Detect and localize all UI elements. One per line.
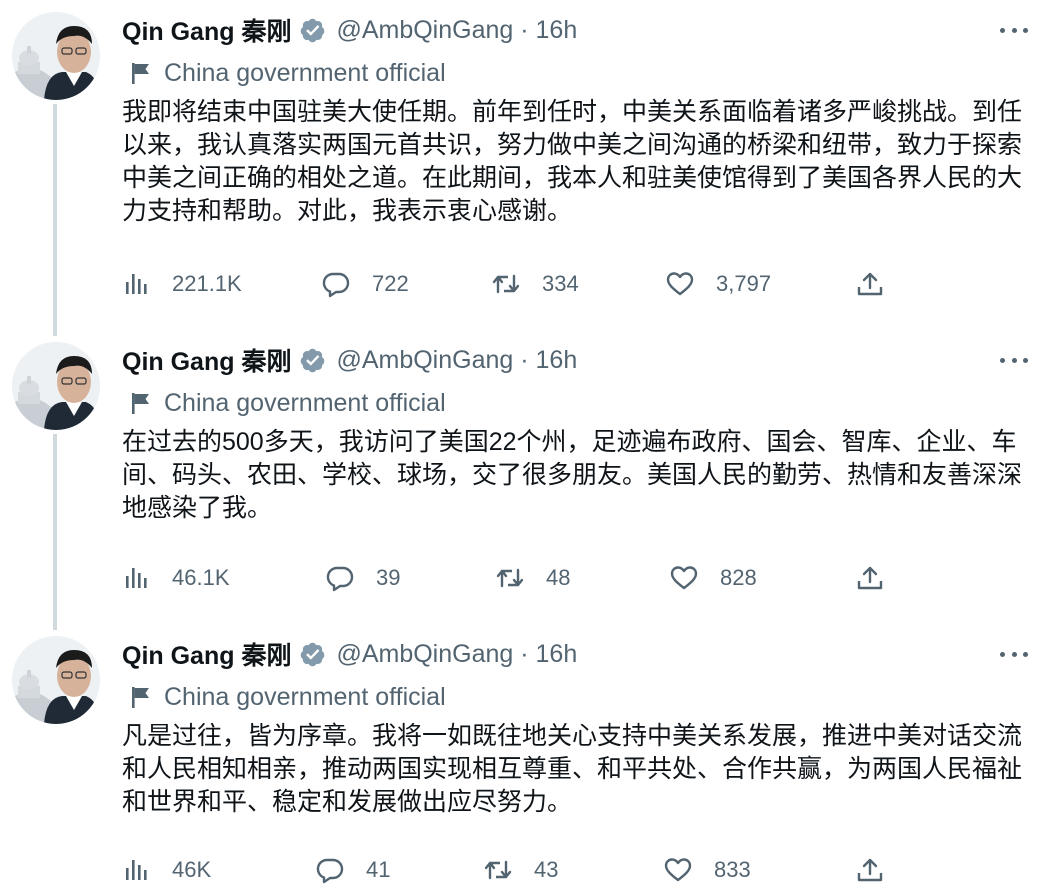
more-options-icon[interactable] [1000, 350, 1028, 370]
author-name[interactable]: Qin Gang 秦刚 [122, 12, 291, 48]
tweet-actions: 46K 41 43 833 [122, 852, 902, 888]
share-upload-icon [857, 858, 883, 882]
reply-count: 722 [372, 271, 409, 296]
views-count: 46.1K [172, 565, 230, 590]
views-count: 46K [172, 857, 212, 882]
author-handle[interactable]: @AmbQinGang [336, 346, 513, 375]
retweet-button[interactable]: 48 [496, 560, 570, 596]
tweet-header: Qin Gang 秦刚 @AmbQinGang · 16h [122, 342, 577, 378]
retweet-button[interactable]: 334 [492, 266, 579, 302]
author-handle[interactable]: @AmbQinGang [336, 640, 513, 669]
government-label[interactable]: China government official [130, 680, 446, 714]
views-chart-icon [126, 274, 147, 294]
share-upload-icon [857, 272, 883, 296]
flag-icon [132, 393, 149, 414]
verified-badge-icon [301, 348, 325, 372]
views-button[interactable]: 46K [122, 852, 211, 888]
retweet-count: 334 [542, 271, 579, 296]
views-chart-icon [126, 860, 147, 880]
more-options-icon[interactable] [1000, 20, 1028, 40]
label-text: China government official [164, 388, 446, 417]
verified-badge-icon [301, 642, 325, 666]
reply-button[interactable]: 41 [316, 852, 390, 888]
separator-dot: · [513, 15, 536, 44]
share-button[interactable] [856, 852, 884, 888]
retweet-button[interactable]: 43 [484, 852, 558, 888]
tweet[interactable]: Qin Gang 秦刚 @AmbQinGang · 16h China gove… [0, 624, 1048, 888]
share-upload-icon [857, 566, 883, 590]
reply-bubble-icon [326, 566, 354, 592]
reply-count: 39 [376, 565, 401, 590]
tweet-actions: 46.1K 39 48 828 [122, 560, 902, 596]
tweet-text: 在过去的500多天，我访问了美国22个州，足迹遍布政府、国会、智库、企业、车间、… [122, 428, 1023, 522]
like-count: 833 [714, 857, 751, 882]
tweet-header: Qin Gang 秦刚 @AmbQinGang · 16h [122, 12, 577, 48]
views-button[interactable]: 221.1K [122, 266, 242, 302]
separator-dot: · [513, 345, 536, 374]
reply-bubble-icon [322, 272, 350, 298]
retweet-icon [484, 860, 512, 880]
like-button[interactable]: 833 [664, 852, 751, 888]
author-name[interactable]: Qin Gang 秦刚 [122, 636, 291, 672]
tweet-text: 凡是过往，皆为序章。我将一如既往地关心支持中美关系发展，推进中美对话交流和人民相… [122, 722, 1023, 816]
label-text: China government official [164, 58, 446, 87]
separator-dot: · [513, 639, 536, 668]
like-button[interactable]: 828 [670, 560, 757, 596]
avatar[interactable] [12, 12, 100, 100]
tweet-timestamp[interactable]: 16h [536, 640, 578, 669]
like-count: 828 [720, 565, 757, 590]
author-name[interactable]: Qin Gang 秦刚 [122, 342, 291, 378]
tweet-timestamp[interactable]: 16h [536, 346, 578, 375]
verified-badge-icon [301, 18, 325, 42]
share-button[interactable] [856, 560, 884, 596]
reply-button[interactable]: 722 [322, 266, 409, 302]
reply-bubble-icon [316, 858, 344, 884]
tweet-header: Qin Gang 秦刚 @AmbQinGang · 16h [122, 636, 577, 672]
avatar[interactable] [12, 636, 100, 724]
government-label[interactable]: China government official [130, 386, 446, 420]
heart-icon [666, 272, 694, 296]
reply-count: 41 [366, 857, 391, 882]
tweet-text: 我即将结束中国驻美大使任期。前年到任时，中美关系面临着诸多严峻挑战。到任以来，我… [122, 98, 1023, 225]
more-options-icon[interactable] [1000, 644, 1028, 664]
retweet-count: 48 [546, 565, 571, 590]
share-button[interactable] [856, 266, 884, 302]
like-count: 3,797 [716, 271, 772, 296]
tweet[interactable]: Qin Gang 秦刚 @AmbQinGang · 16h China gove… [0, 0, 1048, 330]
reply-button[interactable]: 39 [326, 560, 400, 596]
tweet[interactable]: Qin Gang 秦刚 @AmbQinGang · 16h China gove… [0, 330, 1048, 624]
heart-icon [664, 858, 692, 882]
avatar[interactable] [12, 342, 100, 430]
flag-icon [132, 687, 149, 708]
government-label[interactable]: China government official [130, 56, 446, 90]
heart-icon [670, 566, 698, 590]
views-chart-icon [126, 568, 147, 588]
like-button[interactable]: 3,797 [666, 266, 771, 302]
retweet-count: 43 [534, 857, 559, 882]
views-count: 221.1K [172, 271, 242, 296]
retweet-icon [492, 274, 520, 294]
flag-icon [132, 63, 149, 84]
tweet-actions: 221.1K 722 334 3,797 [122, 266, 902, 302]
author-handle[interactable]: @AmbQinGang [336, 16, 513, 45]
views-button[interactable]: 46.1K [122, 560, 230, 596]
label-text: China government official [164, 682, 446, 711]
retweet-icon [496, 568, 524, 588]
tweet-timestamp[interactable]: 16h [536, 16, 578, 45]
